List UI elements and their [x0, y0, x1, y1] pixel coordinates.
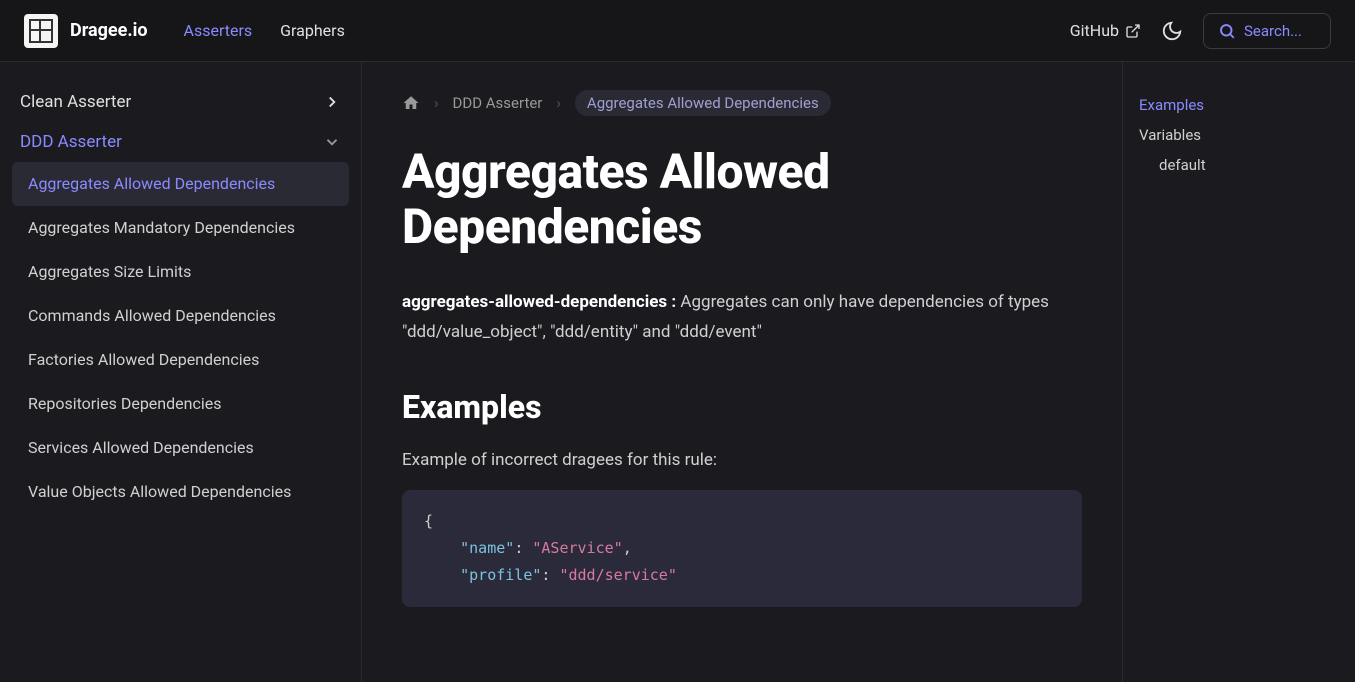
code-string: "ddd/service"	[559, 566, 676, 584]
sidebar-item-services-allowed[interactable]: Services Allowed Dependencies	[12, 426, 349, 470]
moon-icon	[1161, 20, 1183, 42]
code-key: "profile"	[460, 566, 541, 584]
code-key: "name"	[460, 539, 514, 557]
rule-name: aggregates-allowed-dependencies :	[402, 292, 676, 312]
table-of-contents: Examples Variables default	[1122, 62, 1322, 682]
breadcrumb-current: Aggregates Allowed Dependencies	[575, 90, 831, 116]
search-button[interactable]: Search...	[1203, 13, 1331, 49]
breadcrumb-ddd-asserter[interactable]: DDD Asserter	[453, 94, 543, 112]
sidebar: Clean Asserter DDD Asserter Aggregates A…	[0, 62, 362, 682]
code-string: "AService"	[532, 539, 622, 557]
examples-heading: Examples	[402, 388, 1082, 426]
external-link-icon	[1125, 23, 1141, 39]
main-content: › DDD Asserter › Aggregates Allowed Depe…	[362, 62, 1122, 682]
breadcrumb: › DDD Asserter › Aggregates Allowed Depe…	[402, 90, 1082, 116]
sidebar-item-value-objects[interactable]: Value Objects Allowed Dependencies	[12, 470, 349, 514]
nav-graphers[interactable]: Graphers	[280, 21, 345, 40]
page-title: Aggregates Allowed Dependencies	[402, 144, 1082, 254]
header: Dragee.io Asserters Graphers GitHub Sear…	[0, 0, 1355, 62]
search-label: Search...	[1244, 22, 1302, 40]
sidebar-item-aggregates-allowed[interactable]: Aggregates Allowed Dependencies	[12, 162, 349, 206]
toc-default[interactable]: default	[1139, 150, 1306, 180]
sidebar-item-repositories[interactable]: Repositories Dependencies	[12, 382, 349, 426]
nav-asserters[interactable]: Asserters	[184, 21, 253, 40]
home-icon	[402, 94, 420, 112]
sidebar-section-label: DDD Asserter	[20, 132, 122, 152]
toc-examples[interactable]: Examples	[1139, 90, 1306, 120]
logo[interactable]	[24, 14, 58, 48]
search-icon	[1218, 22, 1236, 40]
github-label: GitHub	[1070, 21, 1119, 40]
breadcrumb-home[interactable]	[402, 94, 420, 112]
rule-description: aggregates-allowed-dependencies : Aggreg…	[402, 288, 1082, 348]
brand-name[interactable]: Dragee.io	[70, 20, 148, 41]
breadcrumb-separator: ›	[434, 94, 439, 112]
example-label: Example of incorrect dragees for this ru…	[402, 450, 1082, 470]
toc-variables[interactable]: Variables	[1139, 120, 1306, 150]
breadcrumb-separator: ›	[556, 94, 561, 112]
sidebar-item-commands-allowed[interactable]: Commands Allowed Dependencies	[12, 294, 349, 338]
chevron-down-icon	[323, 133, 341, 151]
chevron-right-icon	[323, 93, 341, 111]
sidebar-item-factories-allowed[interactable]: Factories Allowed Dependencies	[12, 338, 349, 382]
sidebar-section-clean-asserter[interactable]: Clean Asserter	[12, 82, 349, 122]
theme-toggle[interactable]	[1161, 20, 1183, 42]
sidebar-item-aggregates-size[interactable]: Aggregates Size Limits	[12, 250, 349, 294]
sidebar-section-label: Clean Asserter	[20, 92, 131, 112]
sidebar-item-aggregates-mandatory[interactable]: Aggregates Mandatory Dependencies	[12, 206, 349, 250]
github-link[interactable]: GitHub	[1070, 21, 1141, 40]
sidebar-section-ddd-asserter[interactable]: DDD Asserter	[12, 122, 349, 162]
code-block: { "name": "AService", "profile": "ddd/se…	[402, 490, 1082, 607]
